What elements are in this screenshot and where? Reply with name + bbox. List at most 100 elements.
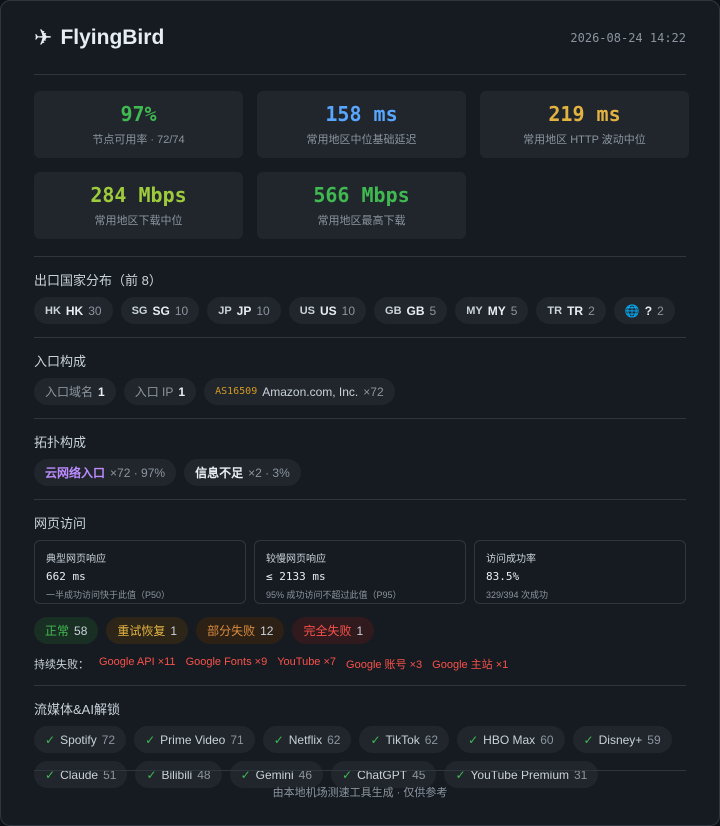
country-chip-sg: SG SG 10	[120, 297, 200, 324]
entry-chips: 入口域名 1 入口 IP 1 AS16509 Amazon.com, Inc. ×72	[34, 378, 686, 405]
stat-value: 566 Mbps	[313, 183, 410, 207]
web-section: 网页访问 典型网页响应 662 ms 一半成功访问快于此值（P50） 较慢网页响…	[34, 499, 686, 672]
service-count: 62	[327, 732, 341, 747]
stat-label: 常用地区中位基础延迟	[306, 134, 417, 146]
flag-code: HK	[45, 304, 61, 317]
persist-item: Google 账号 ×3	[346, 659, 423, 671]
persist-item: Google 主站 ×1	[432, 659, 509, 671]
country-chip-unknown: 🌐? 2	[613, 297, 675, 324]
status-chips: 正常 58 重试恢复 1 部分失败 12 完全失败 1	[34, 617, 686, 644]
stat-availability: 97% 节点可用率 · 72/74	[34, 91, 243, 158]
section-title: 流媒体&AI解锁	[34, 702, 120, 717]
stat-value: 158 ms	[325, 102, 398, 126]
topology-chip-cloud: 云网络入口 ×72 · 97%	[34, 459, 177, 486]
service-name: Disney+	[598, 732, 643, 747]
persist-item: YouTube ×7	[277, 656, 337, 668]
check-icon: ✓	[370, 732, 381, 747]
unlock-chip-disney-plus: ✓ Disney+ 59	[572, 726, 672, 753]
entry-domain-label: 入口域名	[45, 385, 94, 399]
status-label: 正常	[45, 624, 70, 638]
metric-value: ≤ 2133 ms	[266, 570, 326, 583]
globe-icon: 🌐	[624, 303, 640, 318]
stat-download-median: 284 Mbps 常用地区下载中位	[34, 172, 243, 239]
topology-name: 云网络入口	[45, 466, 106, 480]
country-name: GB	[406, 303, 425, 318]
country-count: 30	[88, 303, 102, 318]
status-label: 重试恢复	[117, 624, 166, 638]
country-name: TR	[567, 303, 584, 318]
stat-label: 常用地区 HTTP 波动中位	[523, 134, 646, 146]
stat-label: 常用地区下载中位	[94, 215, 183, 227]
country-count: 10	[256, 303, 270, 318]
service-count: 72	[101, 732, 116, 747]
web-metrics: 典型网页响应 662 ms 一半成功访问快于此值（P50） 较慢网页响应 ≤ 2…	[34, 540, 686, 604]
metric-title: 典型网页响应	[46, 554, 106, 565]
status-chip-fail: 完全失败 1	[292, 617, 375, 644]
asn-count: ×72	[363, 384, 384, 399]
service-count: 59	[647, 732, 661, 747]
flag-code: TR	[547, 304, 563, 317]
country-chip-us: US US 10	[288, 297, 367, 324]
persist-item: Google API ×11	[99, 656, 176, 668]
section-title: 出口国家分布（前 8）	[34, 273, 162, 288]
service-name: Netflix	[288, 732, 323, 747]
metric-value: 662 ms	[46, 570, 86, 583]
stat-label: 节点可用率 · 72/74	[92, 134, 185, 146]
stat-value: 219 ms	[548, 102, 621, 126]
stat-value: 284 Mbps	[90, 183, 187, 207]
stat-download-max: 566 Mbps 常用地区最高下载	[257, 172, 466, 239]
country-name: US	[320, 303, 337, 318]
asn-chip: AS16509 Amazon.com, Inc. ×72	[204, 378, 395, 405]
country-name: MY	[487, 303, 506, 318]
countries-section: 出口国家分布（前 8） HK HK 30 SG SG 10 JP JP 10 US US 10 …	[34, 256, 686, 324]
country-count: 10	[341, 303, 356, 318]
flag-code: GB	[385, 304, 402, 317]
service-name: TikTok	[385, 732, 420, 747]
unlock-chip-netflix: ✓ Netflix 62	[262, 726, 352, 753]
country-name: ?	[644, 303, 653, 318]
stats-grid: 97% 节点可用率 · 72/74 158 ms 常用地区中位基础延迟 219 …	[34, 91, 689, 239]
entry-ip-count: 1	[178, 384, 186, 399]
unlock-chip-hbo-max: ✓ HBO Max 60	[457, 726, 565, 753]
status-label: 部分失败	[207, 624, 256, 638]
service-name: Spotify	[60, 732, 97, 747]
flag-code: JP	[218, 304, 232, 317]
entry-domain-count: 1	[98, 384, 105, 399]
topology-chip-unknown: 信息不足 ×2 · 3%	[184, 459, 301, 486]
metric-p95: 较慢网页响应 ≤ 2133 ms 95% 成功访问不超过此值（P95）	[254, 540, 466, 604]
brand-title: FlyingBird	[60, 25, 165, 49]
check-icon: ✓	[583, 732, 594, 747]
stat-value: 97%	[120, 102, 157, 126]
country-count: 5	[429, 303, 437, 318]
topology-detail: ×2 · 3%	[248, 465, 290, 480]
flag-code: US	[299, 304, 315, 317]
header: ✈ FlyingBird 2026-08-24 14:22	[34, 1, 686, 75]
country-name: SG	[152, 303, 170, 318]
unlock-chip-prime-video: ✓ Prime Video 71	[134, 726, 255, 753]
status-count: 58	[74, 623, 88, 638]
entry-ip-label: 入口 IP	[134, 385, 174, 399]
entry-ip-chip: 入口 IP 1	[123, 378, 197, 405]
status-chip-ok: 正常 58	[34, 617, 99, 644]
status-count: 1	[356, 623, 364, 638]
topology-detail: ×72 · 97%	[110, 465, 166, 480]
persist-label: 持续失败：	[34, 659, 89, 671]
country-name: HK	[65, 303, 84, 318]
persist-item: Google Fonts ×9	[185, 656, 268, 668]
unlock-chip-spotify: ✓ Spotify 72	[34, 726, 127, 753]
country-count: 2	[588, 303, 595, 318]
service-count: 60	[540, 732, 554, 747]
check-icon: ✓	[145, 732, 156, 747]
service-count: 62	[424, 732, 439, 747]
status-chip-partial: 部分失败 12	[196, 617, 285, 644]
topology-chips: 云网络入口 ×72 · 97% 信息不足 ×2 · 3%	[34, 459, 686, 486]
service-name: HBO Max	[483, 732, 536, 747]
service-name: Prime Video	[160, 732, 226, 747]
airplane-icon: ✈	[34, 24, 53, 50]
metric-success-rate: 访问成功率 83.5% 329/394 次成功	[474, 540, 686, 604]
status-count: 1	[170, 623, 178, 638]
country-count: 2	[657, 303, 664, 318]
section-title: 入口构成	[34, 354, 87, 369]
flag-code: SG	[131, 304, 148, 317]
topology-section: 拓扑构成 云网络入口 ×72 · 97% 信息不足 ×2 · 3%	[34, 418, 686, 486]
